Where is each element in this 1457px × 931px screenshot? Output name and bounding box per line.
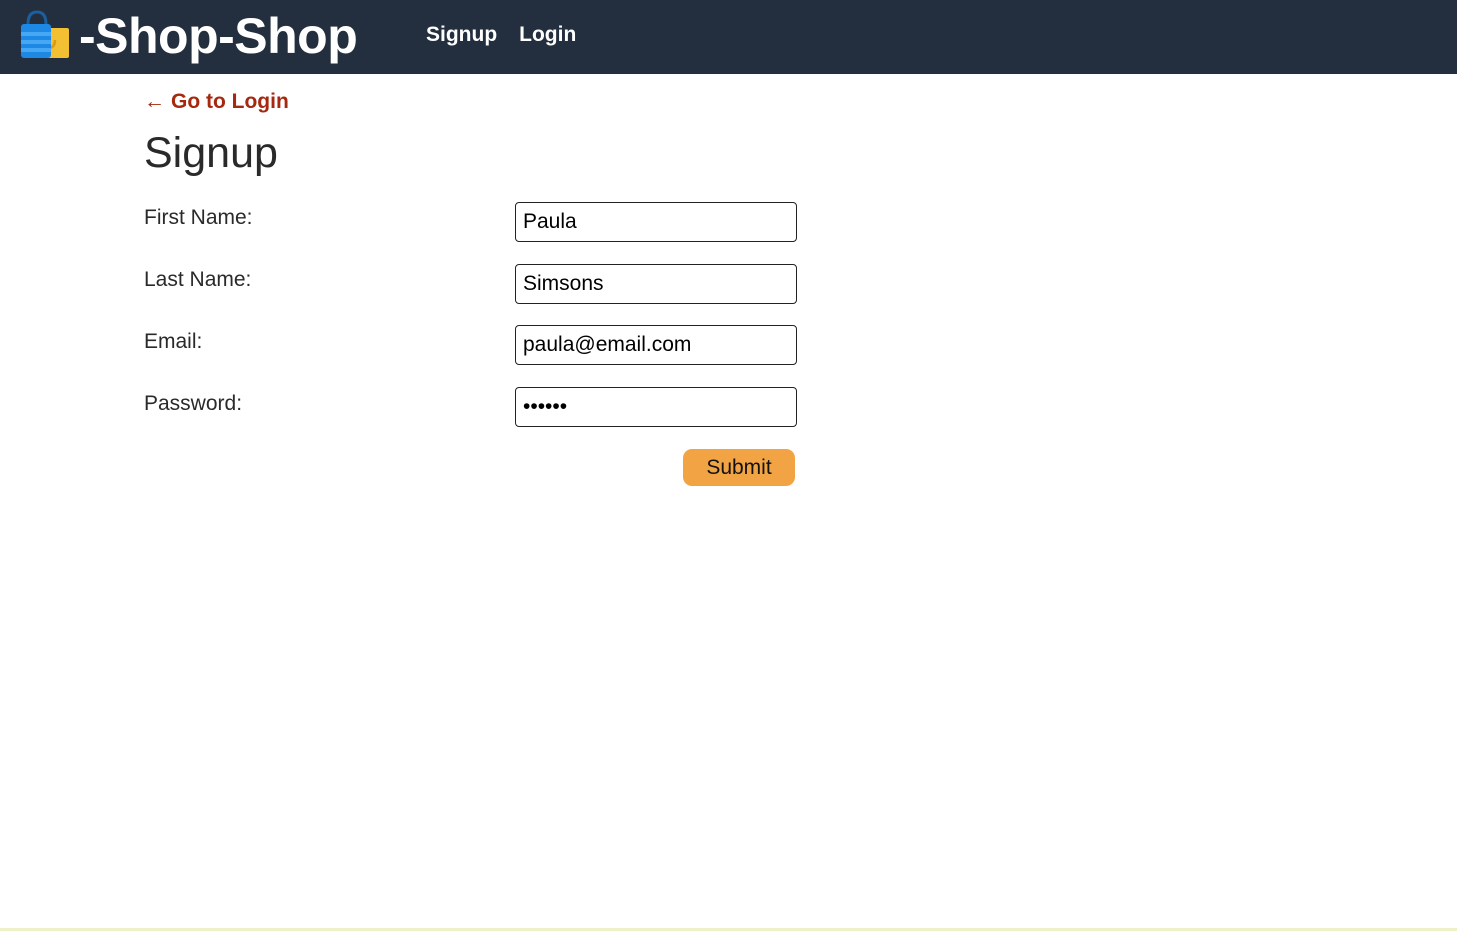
- left-arrow-icon: ←: [144, 90, 165, 113]
- navbar: -Shop-Shop Signup Login: [0, 0, 1457, 74]
- go-to-login-label: Go to Login: [171, 90, 289, 113]
- page-title: Signup: [144, 129, 278, 177]
- go-to-login-link[interactable]: ← Go to Login: [144, 88, 289, 116]
- brand-link[interactable]: -Shop-Shop: [19, 8, 358, 64]
- nav-login-link[interactable]: Login: [519, 22, 576, 48]
- shopping-bag-icon: [19, 10, 71, 62]
- password-label: Password:: [144, 392, 243, 415]
- first-name-label: First Name:: [144, 206, 253, 229]
- last-name-input[interactable]: [515, 264, 797, 304]
- nav-signup-link[interactable]: Signup: [426, 22, 497, 48]
- email-input[interactable]: [515, 325, 797, 365]
- brand-name: -Shop-Shop: [79, 8, 358, 64]
- first-name-input[interactable]: [515, 202, 797, 242]
- last-name-label: Last Name:: [144, 268, 252, 291]
- submit-button[interactable]: Submit: [683, 449, 795, 486]
- nav-links: Signup Login: [426, 22, 576, 48]
- email-label: Email:: [144, 330, 203, 353]
- password-input[interactable]: [515, 387, 797, 427]
